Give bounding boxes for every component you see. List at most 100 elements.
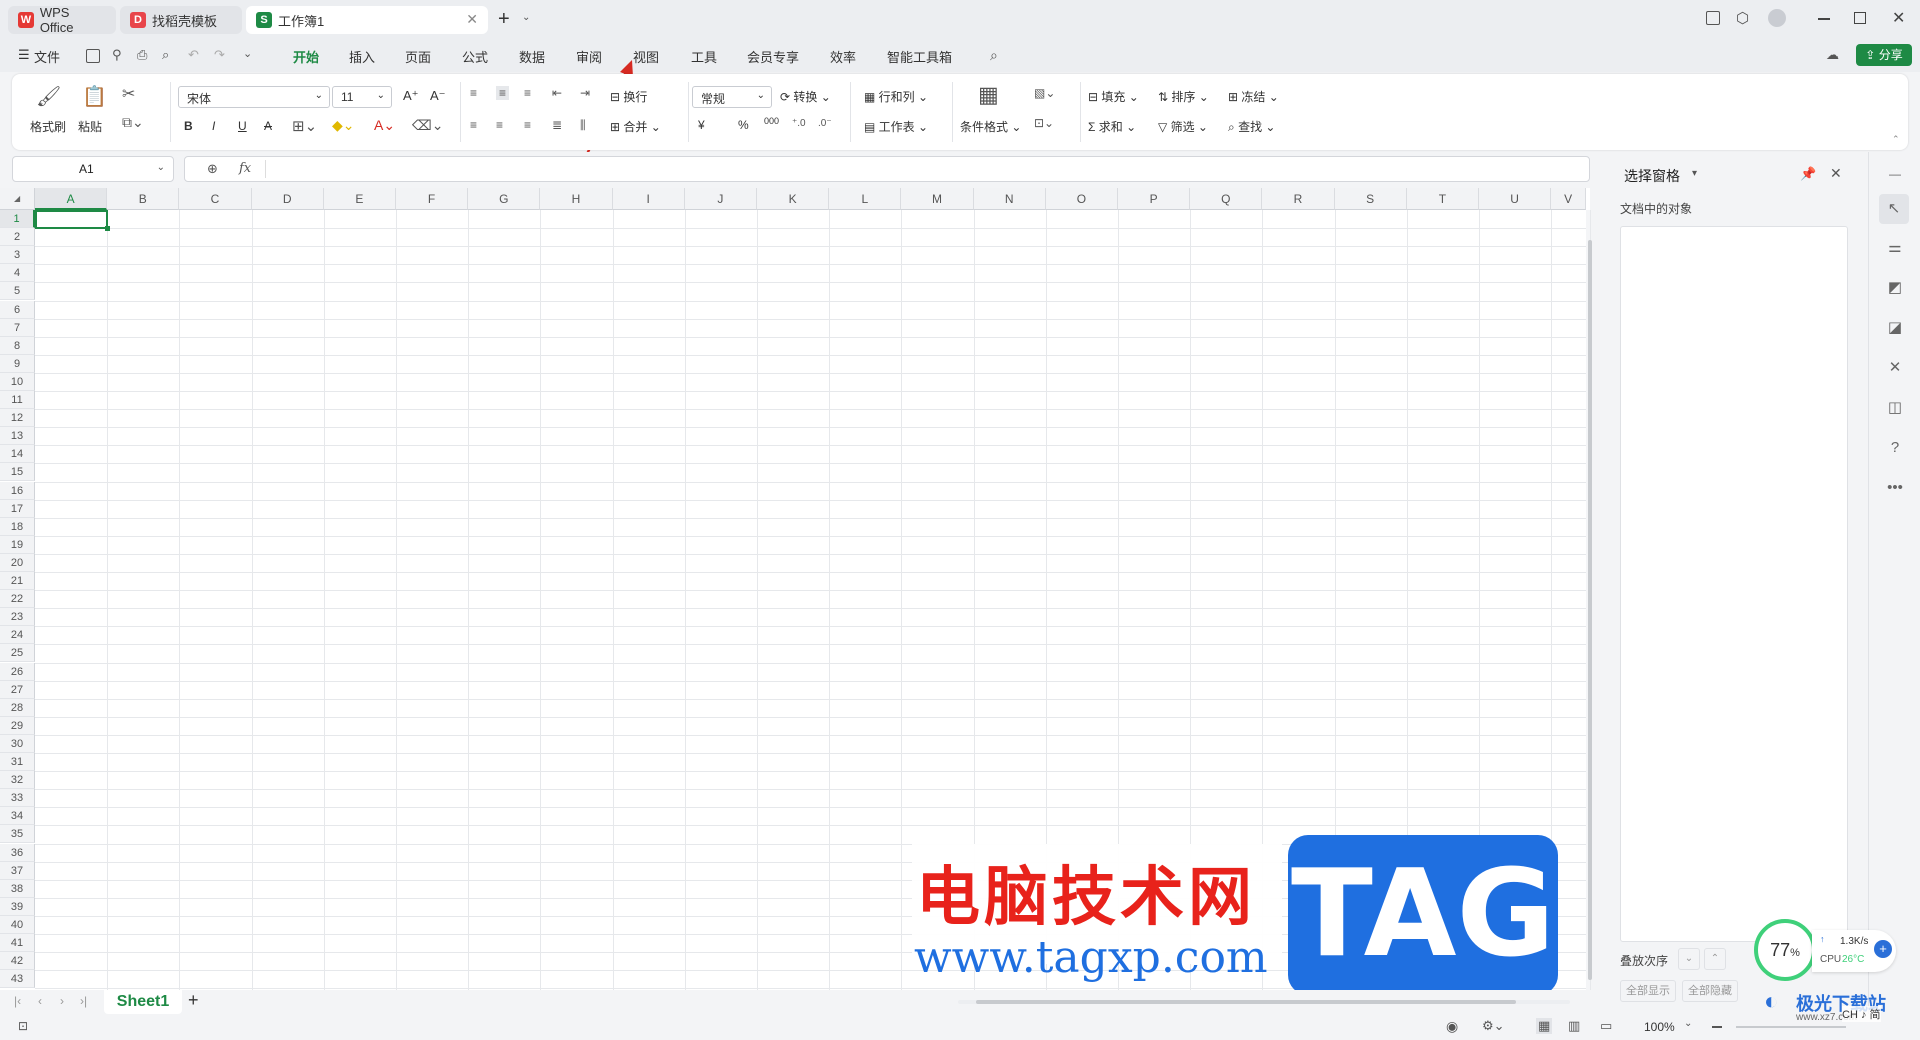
row-header[interactable]: 28 — [0, 698, 35, 717]
cell-border-icon[interactable]: ⊡⌄ — [1034, 116, 1054, 130]
cut-icon[interactable]: ✂ — [122, 84, 135, 104]
chart-edit-icon[interactable]: ◪ — [1885, 318, 1905, 338]
print-icon[interactable]: ⎙ — [137, 47, 147, 63]
distribute-icon[interactable]: ⫼ — [580, 118, 586, 133]
conditional-format-button[interactable]: 条件格式 ⌄ — [960, 118, 1021, 135]
tools-icon[interactable]: ✕ — [1885, 358, 1905, 378]
convert-button[interactable]: ⟳ 转换 ⌄ — [780, 88, 831, 105]
close-pane-icon[interactable]: ✕ — [1830, 165, 1842, 182]
increase-decimal-icon[interactable]: ⁺.0 — [792, 118, 806, 129]
tab-wps-office[interactable]: W WPS Office — [8, 5, 116, 35]
column-header[interactable]: B — [107, 188, 180, 210]
filter-button[interactable]: ▽ 筛选 ⌄ — [1158, 118, 1208, 135]
row-header[interactable]: 1 — [0, 210, 35, 229]
column-header[interactable]: F — [396, 188, 469, 210]
paste-icon[interactable]: 📋 — [82, 84, 107, 109]
tab-tools[interactable]: 工具 — [691, 47, 717, 66]
zoom-formula-icon[interactable]: ⊕ — [207, 161, 218, 177]
spreadsheet-grid[interactable]: ◢ ABCDEFGHIJKLMNOPQRSTUV 1 2 3 4 5 6 7 8 9 10 11 12… — [0, 188, 1592, 995]
underline-button[interactable]: U — [238, 119, 247, 133]
sum-button[interactable]: Σ 求和 ⌄ — [1088, 118, 1136, 135]
ime-indicator[interactable]: CH ♪ 简 — [1842, 1006, 1881, 1022]
cube-icon[interactable]: ⬡ — [1736, 9, 1749, 27]
row-header[interactable]: 15 — [0, 463, 35, 482]
cloud-icon[interactable]: ☁ — [1826, 47, 1839, 63]
column-header[interactable]: C — [179, 188, 252, 210]
decrease-font-icon[interactable]: A⁻ — [430, 88, 446, 104]
last-sheet-icon[interactable]: ›| — [80, 994, 87, 1008]
column-header[interactable]: G — [468, 188, 541, 210]
normal-view-icon[interactable]: ▦ — [1536, 1018, 1553, 1034]
row-header[interactable]: 35 — [0, 825, 35, 844]
align-left-icon[interactable]: ≡ — [470, 118, 477, 132]
column-header[interactable]: O — [1045, 188, 1118, 210]
row-header[interactable]: 11 — [0, 391, 35, 410]
align-right-icon[interactable]: ≡ — [524, 118, 531, 132]
collapse-ribbon-icon[interactable]: ⌃ — [1892, 134, 1900, 145]
decrease-indent-icon[interactable]: ⇤ — [552, 86, 562, 100]
row-header[interactable]: 8 — [0, 336, 35, 355]
more-chevron-icon[interactable]: ⌄ — [243, 47, 252, 60]
zoom-slider[interactable] — [1736, 1026, 1846, 1028]
bold-button[interactable]: B — [184, 119, 193, 133]
print-preview-icon[interactable]: ⌕ — [162, 47, 169, 63]
format-painter-icon[interactable]: 🖌 — [36, 84, 61, 109]
more-icon[interactable]: ••• — [1885, 478, 1905, 498]
restore-icon[interactable] — [1854, 12, 1866, 24]
row-header[interactable]: 30 — [0, 734, 35, 753]
find-button[interactable]: ⌕ 查找 ⌄ — [1228, 118, 1275, 135]
zoom-level[interactable]: 100% — [1644, 1020, 1675, 1034]
row-header[interactable]: 4 — [0, 264, 35, 283]
row-header[interactable]: 22 — [0, 590, 35, 609]
row-header[interactable]: 43 — [0, 970, 35, 989]
objects-list[interactable] — [1620, 226, 1848, 942]
name-box[interactable]: A1 ⌄ — [12, 156, 174, 182]
thousands-button[interactable]: 000 — [764, 116, 779, 126]
increase-indent-icon[interactable]: ⇥ — [580, 86, 590, 100]
decrease-decimal-icon[interactable]: .0⁻ — [818, 118, 832, 129]
comment-icon[interactable]: ◩ — [1885, 278, 1905, 298]
row-header[interactable]: 5 — [0, 282, 35, 301]
row-header[interactable]: 20 — [0, 553, 35, 572]
column-header[interactable]: R — [1262, 188, 1335, 210]
italic-button[interactable]: I — [212, 119, 215, 133]
column-header[interactable]: E — [323, 188, 396, 210]
row-header[interactable]: 3 — [0, 246, 35, 265]
align-center-icon[interactable]: ≡ — [496, 118, 503, 132]
vertical-scrollbar-thumb[interactable] — [1588, 240, 1592, 980]
row-header[interactable]: 25 — [0, 644, 35, 663]
collapse-sidebar-icon[interactable]: — — [1885, 164, 1905, 184]
file-menu[interactable]: 文件 — [34, 47, 60, 66]
pane-title-chevron-icon[interactable]: ▾ — [1692, 168, 1697, 179]
move-up-icon[interactable]: ⌃ — [1704, 948, 1726, 970]
row-header[interactable]: 24 — [0, 626, 35, 645]
row-header[interactable]: 40 — [0, 915, 35, 934]
share-button[interactable]: ⇪ 分享 — [1856, 44, 1912, 66]
close-tab-icon[interactable]: ✕ — [466, 11, 478, 28]
row-header[interactable]: 21 — [0, 572, 35, 591]
row-header[interactable]: 27 — [0, 680, 35, 699]
share-link-icon[interactable]: ⚲ — [112, 47, 122, 63]
copy-icon[interactable]: ⧉⌄ — [122, 114, 144, 131]
row-header[interactable]: 29 — [0, 716, 35, 735]
tab-template[interactable]: D 找稻壳模板 — [120, 6, 242, 34]
row-header[interactable]: 7 — [0, 318, 35, 337]
row-header[interactable]: 39 — [0, 897, 35, 916]
formula-input[interactable]: ⊕ fx — [184, 156, 1590, 182]
column-header[interactable]: A — [35, 188, 108, 210]
column-header[interactable]: U — [1479, 188, 1552, 210]
row-header[interactable]: 41 — [0, 934, 35, 953]
net-cpu-widget[interactable]: ↑ 1.3K/s CPU 26°C + — [1812, 930, 1896, 972]
row-header[interactable]: 42 — [0, 952, 35, 971]
paste-button[interactable]: 粘贴 — [78, 118, 102, 135]
align-bottom-icon[interactable]: ≡ — [524, 86, 531, 100]
settings-icon[interactable]: ⚙⌄ — [1482, 1018, 1505, 1034]
rows-cols-button[interactable]: ▦ 行和列 ⌄ — [864, 88, 928, 105]
font-name-dropdown[interactable]: 宋体 ⌄ — [178, 86, 330, 108]
tab-list-chevron-icon[interactable]: ⌄ — [522, 12, 530, 23]
help-icon[interactable]: ? — [1885, 438, 1905, 458]
save-icon[interactable] — [86, 49, 100, 63]
row-header[interactable]: 14 — [0, 445, 35, 464]
column-header[interactable]: D — [251, 188, 324, 210]
sort-button[interactable]: ⇅ 排序 ⌄ — [1158, 88, 1209, 105]
